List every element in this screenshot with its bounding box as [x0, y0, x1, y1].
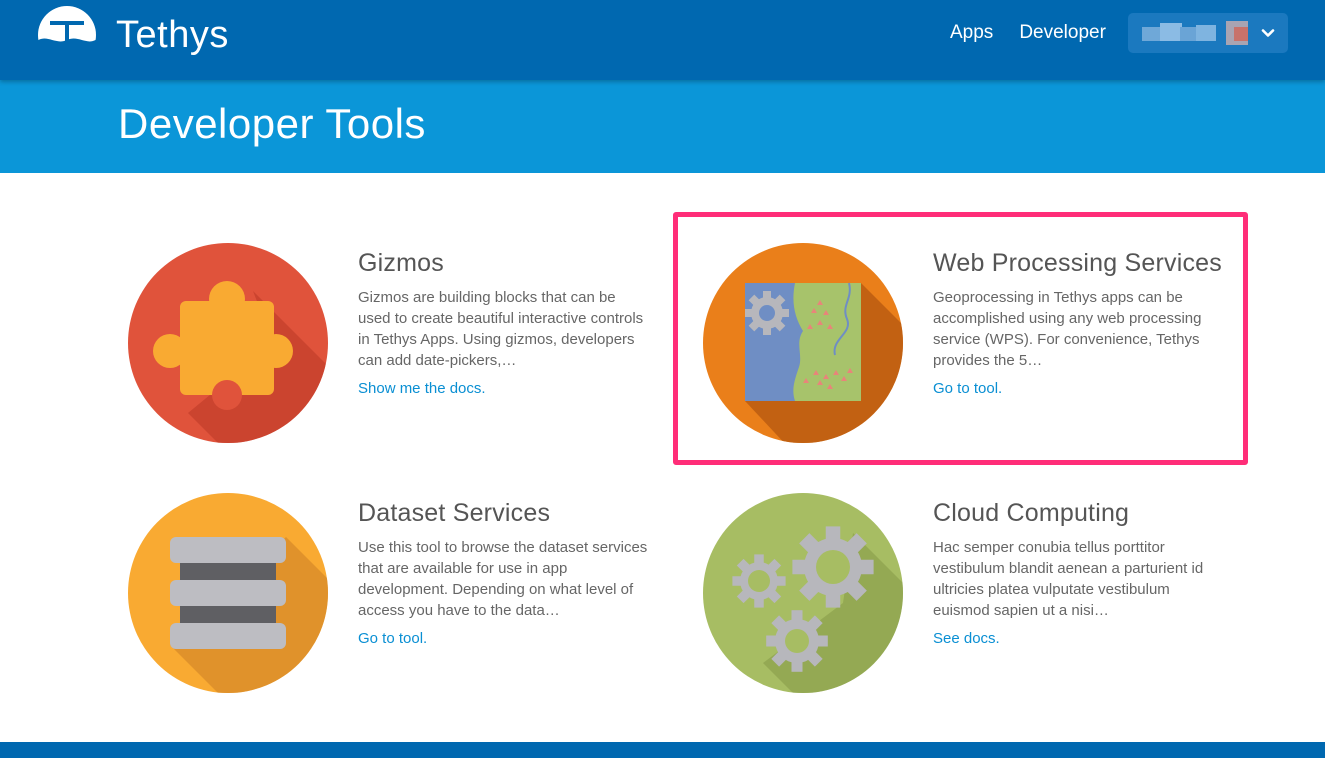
nav-link-developer[interactable]: Developer: [1019, 20, 1106, 46]
tool-title: Cloud Computing: [933, 499, 1130, 527]
tool-title: Dataset Services: [358, 499, 551, 527]
tool-card-cloud-computing: Cloud Computing Hac semper conubia tellu…: [703, 493, 1263, 713]
go-to-tool-link[interactable]: Go to tool.: [358, 630, 427, 647]
footer-bar: [0, 742, 1325, 758]
page-title: Developer Tools: [118, 100, 426, 147]
highlight-frame: [673, 212, 1248, 465]
tool-body: Gizmos Gizmos are building blocks that c…: [358, 247, 648, 398]
tool-description: Hac semper conubia tellus porttitor vest…: [933, 539, 1204, 619]
docs-link[interactable]: Show me the docs.: [358, 380, 486, 397]
chevron-down-icon: [1261, 29, 1275, 37]
gears-icon: [703, 493, 903, 693]
brand-name: Tethys: [116, 13, 229, 56]
tool-description: Use this tool to browse the dataset serv…: [358, 539, 648, 619]
avatar: [1142, 21, 1248, 45]
puzzle-piece-icon: [128, 243, 328, 443]
top-navbar: Tethys Apps Developer: [0, 0, 1325, 80]
nav-links: Apps Developer: [950, 20, 1106, 46]
brand[interactable]: Tethys: [36, 4, 229, 66]
page-header: Developer Tools: [0, 80, 1325, 173]
tool-body: Cloud Computing Hac semper conubia tellu…: [933, 497, 1223, 648]
database-icon: [128, 493, 328, 693]
tool-description: Gizmos are building blocks that can be u…: [358, 289, 644, 369]
see-docs-link[interactable]: See docs.: [933, 630, 1000, 647]
user-menu-button[interactable]: [1128, 13, 1288, 53]
nav-link-apps[interactable]: Apps: [950, 20, 993, 46]
tool-title: Gizmos: [358, 249, 444, 277]
tool-card-dataset-services: Dataset Services Use this tool to browse…: [128, 493, 688, 713]
tool-card-gizmos: Gizmos Gizmos are building blocks that c…: [128, 243, 688, 463]
tethys-logo-icon: [38, 6, 96, 66]
tool-body: Dataset Services Use this tool to browse…: [358, 497, 648, 648]
